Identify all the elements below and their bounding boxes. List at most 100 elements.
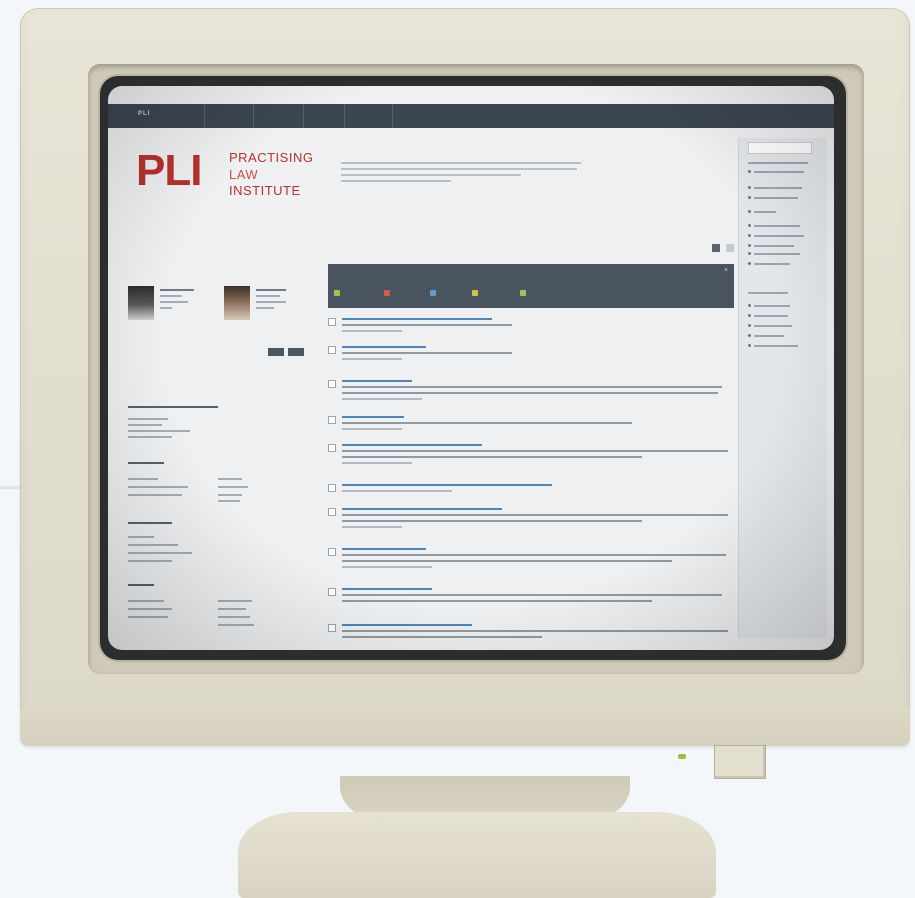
search-input[interactable] [748,142,812,154]
sidebar-line [754,315,788,317]
sidebar-bullet [748,244,751,247]
feed-item-title [342,416,404,418]
sidebar-line [754,263,790,265]
nav-separator [392,104,393,128]
pli-logo[interactable]: PLI PRACTISING LAW INSTITUTE [136,138,336,208]
feed-item-line [342,352,512,354]
feed-item-line [342,554,726,556]
resources-line [218,494,242,496]
resources-line [128,486,188,488]
feed-item-checkbox[interactable] [328,508,336,516]
profile-line [160,301,188,303]
feed-item-title [342,624,472,626]
pager-button[interactable] [712,244,720,252]
sidebar-line [754,187,802,189]
feed-item-line [342,514,728,516]
feed-item-checkbox[interactable] [328,318,336,326]
profile-line [160,295,182,297]
sidebar-bullet [748,234,751,237]
feed-item-line [342,456,642,458]
colleague-button[interactable] [268,348,284,356]
resources-line [128,430,190,432]
resources-line [128,608,172,610]
feed-item-line [342,566,432,568]
monitor-neck [340,776,630,816]
feed-item-checkbox[interactable] [328,380,336,388]
feed-item-checkbox[interactable] [328,548,336,556]
colleague-button[interactable] [288,348,304,356]
pli-logo-mark: PLI [136,146,202,195]
resources-line [128,494,182,496]
sidebar-line [754,325,792,327]
feed-item-checkbox[interactable] [328,444,336,452]
resources-line [128,600,164,602]
resources-line [128,436,172,438]
sidebar-line [754,211,776,213]
sidebar-line [748,292,788,294]
feed-item-title [342,380,412,382]
profile-line [256,301,286,303]
resources-line [128,544,178,546]
feed-item-checkbox[interactable] [328,588,336,596]
sidebar-bullet [748,210,751,213]
feed-item-line [342,526,402,528]
power-button[interactable] [714,745,766,779]
feed-header: × [328,264,734,308]
feed-item-checkbox[interactable] [328,484,336,492]
feed-item-line [342,330,402,332]
pager-button[interactable] [726,244,735,252]
sidebar-line [748,162,808,164]
sidebar-bullet [748,262,751,265]
resources-subhead [128,406,218,408]
feed-item-line [342,636,542,638]
feed-tab-icon[interactable] [384,290,390,296]
navbar-logo[interactable]: PLI [138,111,150,117]
feed-item-title [342,548,426,550]
feed-item-title [342,346,426,348]
sidebar-line [754,345,798,347]
resources-subhead [128,462,164,464]
resources-line [218,500,240,502]
feed-item-line [342,560,672,562]
feed-item-checkbox[interactable] [328,624,336,632]
headline-blurb [341,180,451,182]
top-navbar: PLI [108,104,834,128]
sidebar-line [754,171,804,173]
feed-tab-icon[interactable] [520,290,526,296]
sidebar-bullet [748,304,751,307]
feed-item-line [342,428,402,430]
sidebar-bullet [748,170,751,173]
nav-separator [253,104,254,128]
monitor-base [238,812,716,898]
profile-line [256,289,286,291]
profile-photo[interactable] [128,286,154,320]
feed-item-line [342,462,412,464]
profile-photo[interactable] [224,286,250,320]
feed-item-checkbox[interactable] [328,416,336,424]
feed-item-line [342,490,452,492]
resources-line [128,418,168,420]
power-led [678,754,686,759]
resources-line [128,424,162,426]
sidebar-line [754,253,800,255]
sidebar-line [754,235,804,237]
feed-item-line [342,450,728,452]
sidebar-line [754,305,790,307]
feed-item-line [342,422,632,424]
monitor-screen: PLI PLI PRACTISING LAW INSTITUTE × [108,86,834,650]
sidebar-bullet [748,224,751,227]
feed-item-title [342,484,552,486]
sidebar-bullet [748,196,751,199]
sidebar-line [754,245,794,247]
sidebar-bullet [748,186,751,189]
feed-item-checkbox[interactable] [328,346,336,354]
resources-subhead [128,522,172,524]
feed-tab-icon[interactable] [334,290,340,296]
resources-line [128,616,168,618]
feed-tab-icon[interactable] [430,290,436,296]
resources-subhead [128,584,154,586]
close-icon[interactable]: × [724,267,728,274]
sidebar-bullet [748,334,751,337]
feed-tab-icon[interactable] [472,290,478,296]
feed-item-line [342,398,422,400]
